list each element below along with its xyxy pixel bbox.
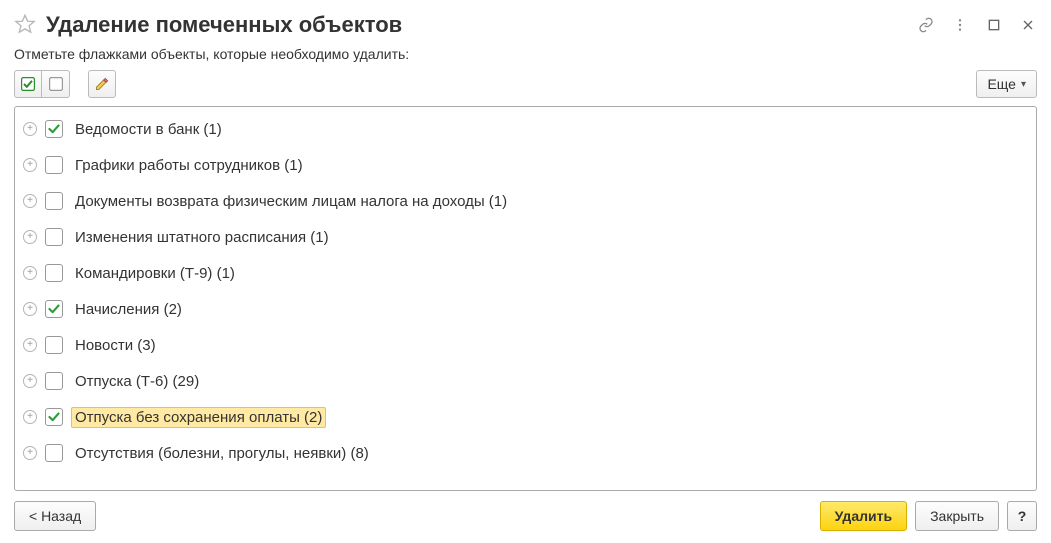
tree-row[interactable]: + Начисления (2) xyxy=(15,291,1036,327)
edit-button[interactable] xyxy=(88,70,116,98)
row-label: Изменения штатного расписания (1) xyxy=(71,227,333,248)
close-button[interactable]: Закрыть xyxy=(915,501,999,531)
check-group xyxy=(14,70,70,98)
row-label: Начисления (2) xyxy=(71,299,186,320)
expand-icon[interactable]: + xyxy=(23,302,37,316)
tree-row[interactable]: + Отпуска (Т-6) (29) xyxy=(15,363,1036,399)
maximize-icon[interactable] xyxy=(985,16,1003,34)
help-button[interactable]: ? xyxy=(1007,501,1037,531)
expand-icon[interactable]: + xyxy=(23,230,37,244)
close-icon[interactable] xyxy=(1019,16,1037,34)
back-button[interactable]: < Назад xyxy=(14,501,96,531)
expand-icon[interactable]: + xyxy=(23,446,37,460)
header-actions xyxy=(917,16,1037,34)
row-label: Новости (3) xyxy=(71,335,160,356)
expand-icon[interactable]: + xyxy=(23,410,37,424)
row-checkbox[interactable] xyxy=(45,120,63,138)
window-header: Удаление помеченных объектов xyxy=(14,12,1037,38)
tree-row[interactable]: + Командировки (Т-9) (1) xyxy=(15,255,1036,291)
row-checkbox[interactable] xyxy=(45,408,63,426)
row-label: Графики работы сотрудников (1) xyxy=(71,155,307,176)
more-vertical-icon[interactable] xyxy=(951,16,969,34)
row-checkbox[interactable] xyxy=(45,372,63,390)
favorite-star-icon[interactable] xyxy=(14,13,36,38)
tree-row[interactable]: + Документы возврата физическим лицам нал… xyxy=(15,183,1036,219)
row-checkbox[interactable] xyxy=(45,228,63,246)
row-label: Отпуска без сохранения оплаты (2) xyxy=(71,407,326,428)
row-checkbox[interactable] xyxy=(45,264,63,282)
row-checkbox[interactable] xyxy=(45,300,63,318)
tree-row[interactable]: + Изменения штатного расписания (1) xyxy=(15,219,1036,255)
page-title: Удаление помеченных объектов xyxy=(46,12,907,38)
uncheck-all-button[interactable] xyxy=(42,70,70,98)
expand-icon[interactable]: + xyxy=(23,266,37,280)
row-checkbox[interactable] xyxy=(45,444,63,462)
tree-row[interactable]: + Новости (3) xyxy=(15,327,1036,363)
link-icon[interactable] xyxy=(917,16,935,34)
row-label: Отпуска (Т-6) (29) xyxy=(71,371,203,392)
toolbar: Еще ▾ xyxy=(14,70,1037,98)
expand-icon[interactable]: + xyxy=(23,194,37,208)
row-checkbox[interactable] xyxy=(45,336,63,354)
expand-icon[interactable]: + xyxy=(23,374,37,388)
check-all-button[interactable] xyxy=(14,70,42,98)
row-checkbox[interactable] xyxy=(45,156,63,174)
object-tree[interactable]: + Ведомости в банк (1) + Графики работы сот… xyxy=(15,107,1036,490)
more-menu-button[interactable]: Еще ▾ xyxy=(976,70,1037,98)
row-label: Командировки (Т-9) (1) xyxy=(71,263,239,284)
expand-icon[interactable]: + xyxy=(23,122,37,136)
tree-row[interactable]: + Графики работы сотрудников (1) xyxy=(15,147,1036,183)
row-label: Отсутствия (болезни, прогулы, неявки) (8… xyxy=(71,443,373,464)
row-label: Документы возврата физическим лицам нало… xyxy=(71,191,511,212)
row-checkbox[interactable] xyxy=(45,192,63,210)
expand-icon[interactable]: + xyxy=(23,158,37,172)
tree-row[interactable]: + Отпуска без сохранения оплаты (2) xyxy=(15,399,1036,435)
delete-button[interactable]: Удалить xyxy=(820,501,907,531)
footer: < Назад Удалить Закрыть ? xyxy=(14,501,1037,531)
tree-row[interactable]: + Ведомости в банк (1) xyxy=(15,111,1036,147)
row-label: Ведомости в банк (1) xyxy=(71,119,226,140)
instruction-text: Отметьте флажками объекты, которые необх… xyxy=(14,46,1037,62)
tree-container: + Ведомости в банк (1) + Графики работы сот… xyxy=(14,106,1037,491)
more-menu-label: Еще xyxy=(987,76,1016,92)
tree-row[interactable]: + Отсутствия (болезни, прогулы, неявки) (… xyxy=(15,435,1036,471)
chevron-down-icon: ▾ xyxy=(1021,79,1026,90)
expand-icon[interactable]: + xyxy=(23,338,37,352)
